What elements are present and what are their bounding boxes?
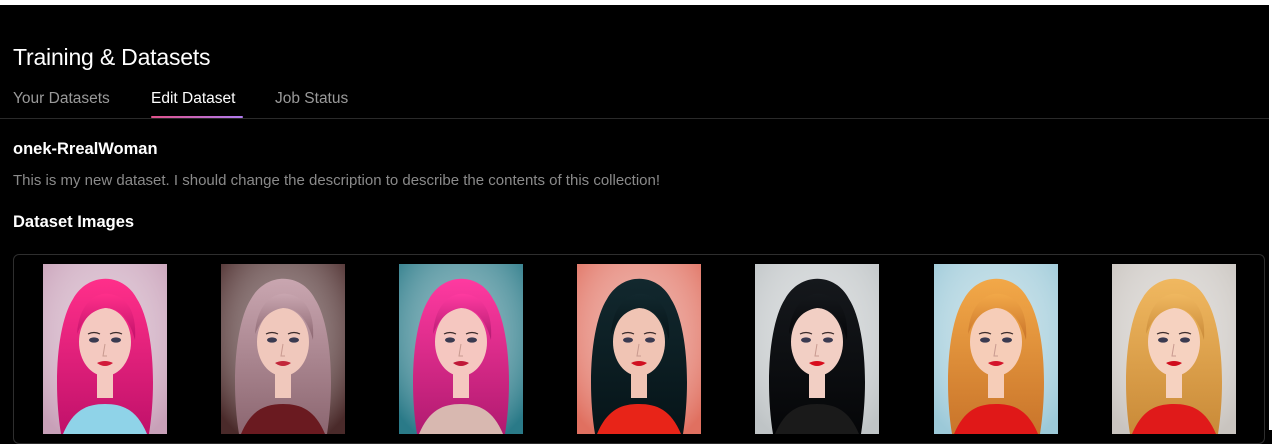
dataset-image[interactable] [221,264,345,434]
dataset-image[interactable] [577,264,701,434]
dataset-description[interactable]: This is my new dataset. I should change … [13,172,660,189]
window-top-border [0,0,1272,5]
tab-label: Edit Dataset [151,90,236,107]
dataset-image-gallery [13,254,1265,444]
dataset-image[interactable] [43,264,167,434]
tab-job-status[interactable]: Job Status [275,88,375,119]
tab-edit-dataset[interactable]: Edit Dataset [151,88,275,119]
dataset-images-heading: Dataset Images [13,213,135,231]
dataset-image[interactable] [755,264,879,434]
tab-your-datasets[interactable]: Your Datasets [13,88,151,119]
tab-label: Job Status [275,90,349,107]
dataset-image[interactable] [934,264,1058,434]
tab-divider [0,118,1269,119]
dataset-image[interactable] [1112,264,1236,434]
tab-label: Your Datasets [13,90,110,107]
page-title: Training & Datasets [13,44,211,70]
dataset-image[interactable] [399,264,523,434]
tab-bar: Your Datasets Edit Dataset Job Status [13,88,375,119]
dataset-name[interactable]: onek-RrealWoman [13,140,158,159]
